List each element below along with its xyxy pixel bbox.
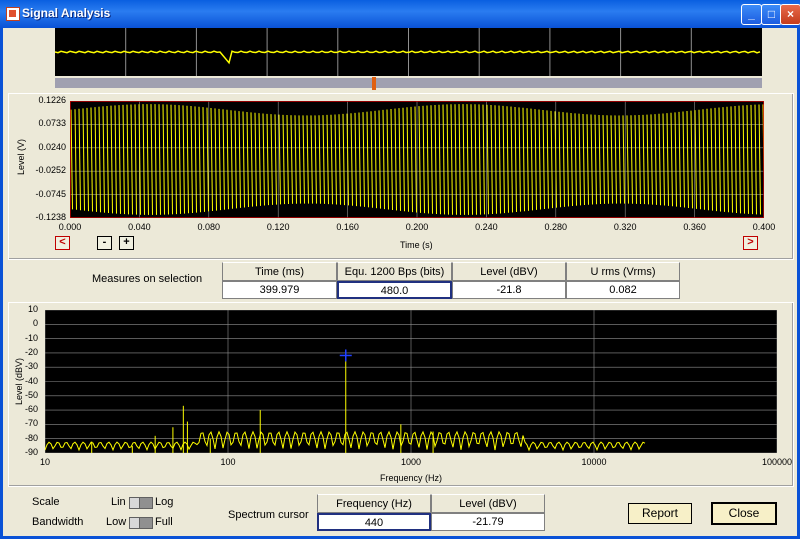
spectrum-xtick: 100000 [761, 457, 793, 467]
scale-label: Scale [32, 496, 60, 508]
spectrum-cursor-label: Spectrum cursor [228, 509, 309, 521]
time-ytick: 0.1226 [38, 95, 66, 105]
time-xtick: 0.320 [613, 222, 637, 232]
overview-scrollbar[interactable] [55, 78, 762, 88]
measures-label: Measures on selection [92, 273, 203, 285]
time-xtick: 0.280 [544, 222, 568, 232]
time-xtick: 0.240 [475, 222, 498, 232]
title-bar: Signal Analysis _ □ × [0, 0, 800, 28]
spectrum-plot[interactable] [45, 310, 777, 453]
measure-value[interactable]: 480.0 [337, 281, 452, 299]
spectrum-ytick: -60 [24, 404, 38, 415]
spectrum-xtick: 1000 [400, 457, 422, 467]
cursor-header: Frequency (Hz) [317, 494, 431, 513]
time-plot-ylabel: Level (V) [16, 138, 26, 175]
time-ytick: -0.0252 [35, 165, 66, 176]
time-ytick: 0.0240 [38, 141, 66, 152]
close-button[interactable]: Close [711, 502, 777, 525]
measure-header: Level (dBV) [452, 262, 566, 281]
time-plot[interactable] [70, 101, 764, 218]
close-window-button[interactable]: × [780, 4, 800, 25]
spectrum-ytick: 10 [27, 304, 38, 314]
time-xtick: 0.360 [683, 222, 706, 232]
zoom-in-button[interactable]: + [119, 236, 134, 250]
next-selection-button[interactable]: > [743, 236, 758, 250]
time-xtick: 0.120 [266, 222, 290, 232]
overview-waveform[interactable] [55, 28, 762, 76]
measure-value: 0.082 [566, 281, 680, 299]
time-xtick: 0.400 [752, 222, 776, 232]
minimize-button[interactable]: _ [741, 4, 762, 25]
time-xtick: 0.200 [405, 222, 429, 232]
spectrum-ytick: -10 [24, 332, 38, 343]
time-ytick: -0.0745 [35, 188, 66, 199]
time-xtick: 0.040 [128, 222, 151, 232]
spectrum-ytick: -90 [24, 447, 38, 457]
spectrum-ytick: -20 [24, 346, 38, 357]
time-xtick: 0.000 [58, 222, 82, 232]
spectrum-ytick: -70 [24, 418, 38, 429]
bandwidth-low-label: Low [106, 516, 127, 528]
bandwidth-full-label: Full [155, 516, 173, 528]
scale-toggle[interactable] [129, 497, 153, 509]
spectrum-xlabel: Frequency (Hz) [380, 473, 443, 483]
window-title: Signal Analysis [22, 6, 111, 20]
spectrum-ytick: 0 [32, 318, 38, 329]
scale-toggle-knob[interactable] [130, 498, 140, 508]
spectrum-xtick: 10000 [581, 457, 607, 467]
time-xtick: 0.160 [336, 222, 359, 232]
measure-header: U rms (Vrms) [566, 262, 680, 281]
spectrum-ytick: -80 [24, 432, 38, 443]
time-ytick: 0.0733 [38, 118, 66, 129]
zoom-out-button[interactable]: - [97, 236, 112, 250]
measure-header: Equ. 1200 Bps (bits) [337, 262, 452, 281]
report-button[interactable]: Report [628, 503, 692, 524]
scale-log-label: Log [155, 496, 174, 508]
spectrum-xtick: 100 [220, 457, 236, 467]
cursor-value[interactable]: 440 [317, 513, 431, 531]
prev-selection-button[interactable]: < [55, 236, 70, 250]
cursor-value: -21.79 [431, 513, 545, 531]
cursor-header: Level (dBV) [431, 494, 545, 513]
bandwidth-label: Bandwidth [32, 516, 84, 528]
overview-position-marker[interactable] [372, 77, 376, 90]
scale-lin-label: Lin [111, 496, 126, 508]
maximize-button[interactable]: □ [761, 4, 782, 25]
time-xtick: 0.080 [197, 222, 221, 232]
measure-value: 399.979 [222, 281, 337, 299]
spectrum-ylabel: Level (dBV) [14, 357, 24, 405]
bandwidth-toggle[interactable] [129, 517, 153, 529]
bandwidth-toggle-knob[interactable] [130, 518, 140, 528]
time-plot-xlabel: Time (s) [400, 240, 433, 250]
measure-value: -21.8 [452, 281, 566, 299]
measure-header: Time (ms) [222, 262, 337, 281]
app-icon [6, 7, 20, 21]
spectrum-xtick: 10 [39, 457, 50, 467]
time-ytick: -0.1238 [35, 212, 66, 222]
